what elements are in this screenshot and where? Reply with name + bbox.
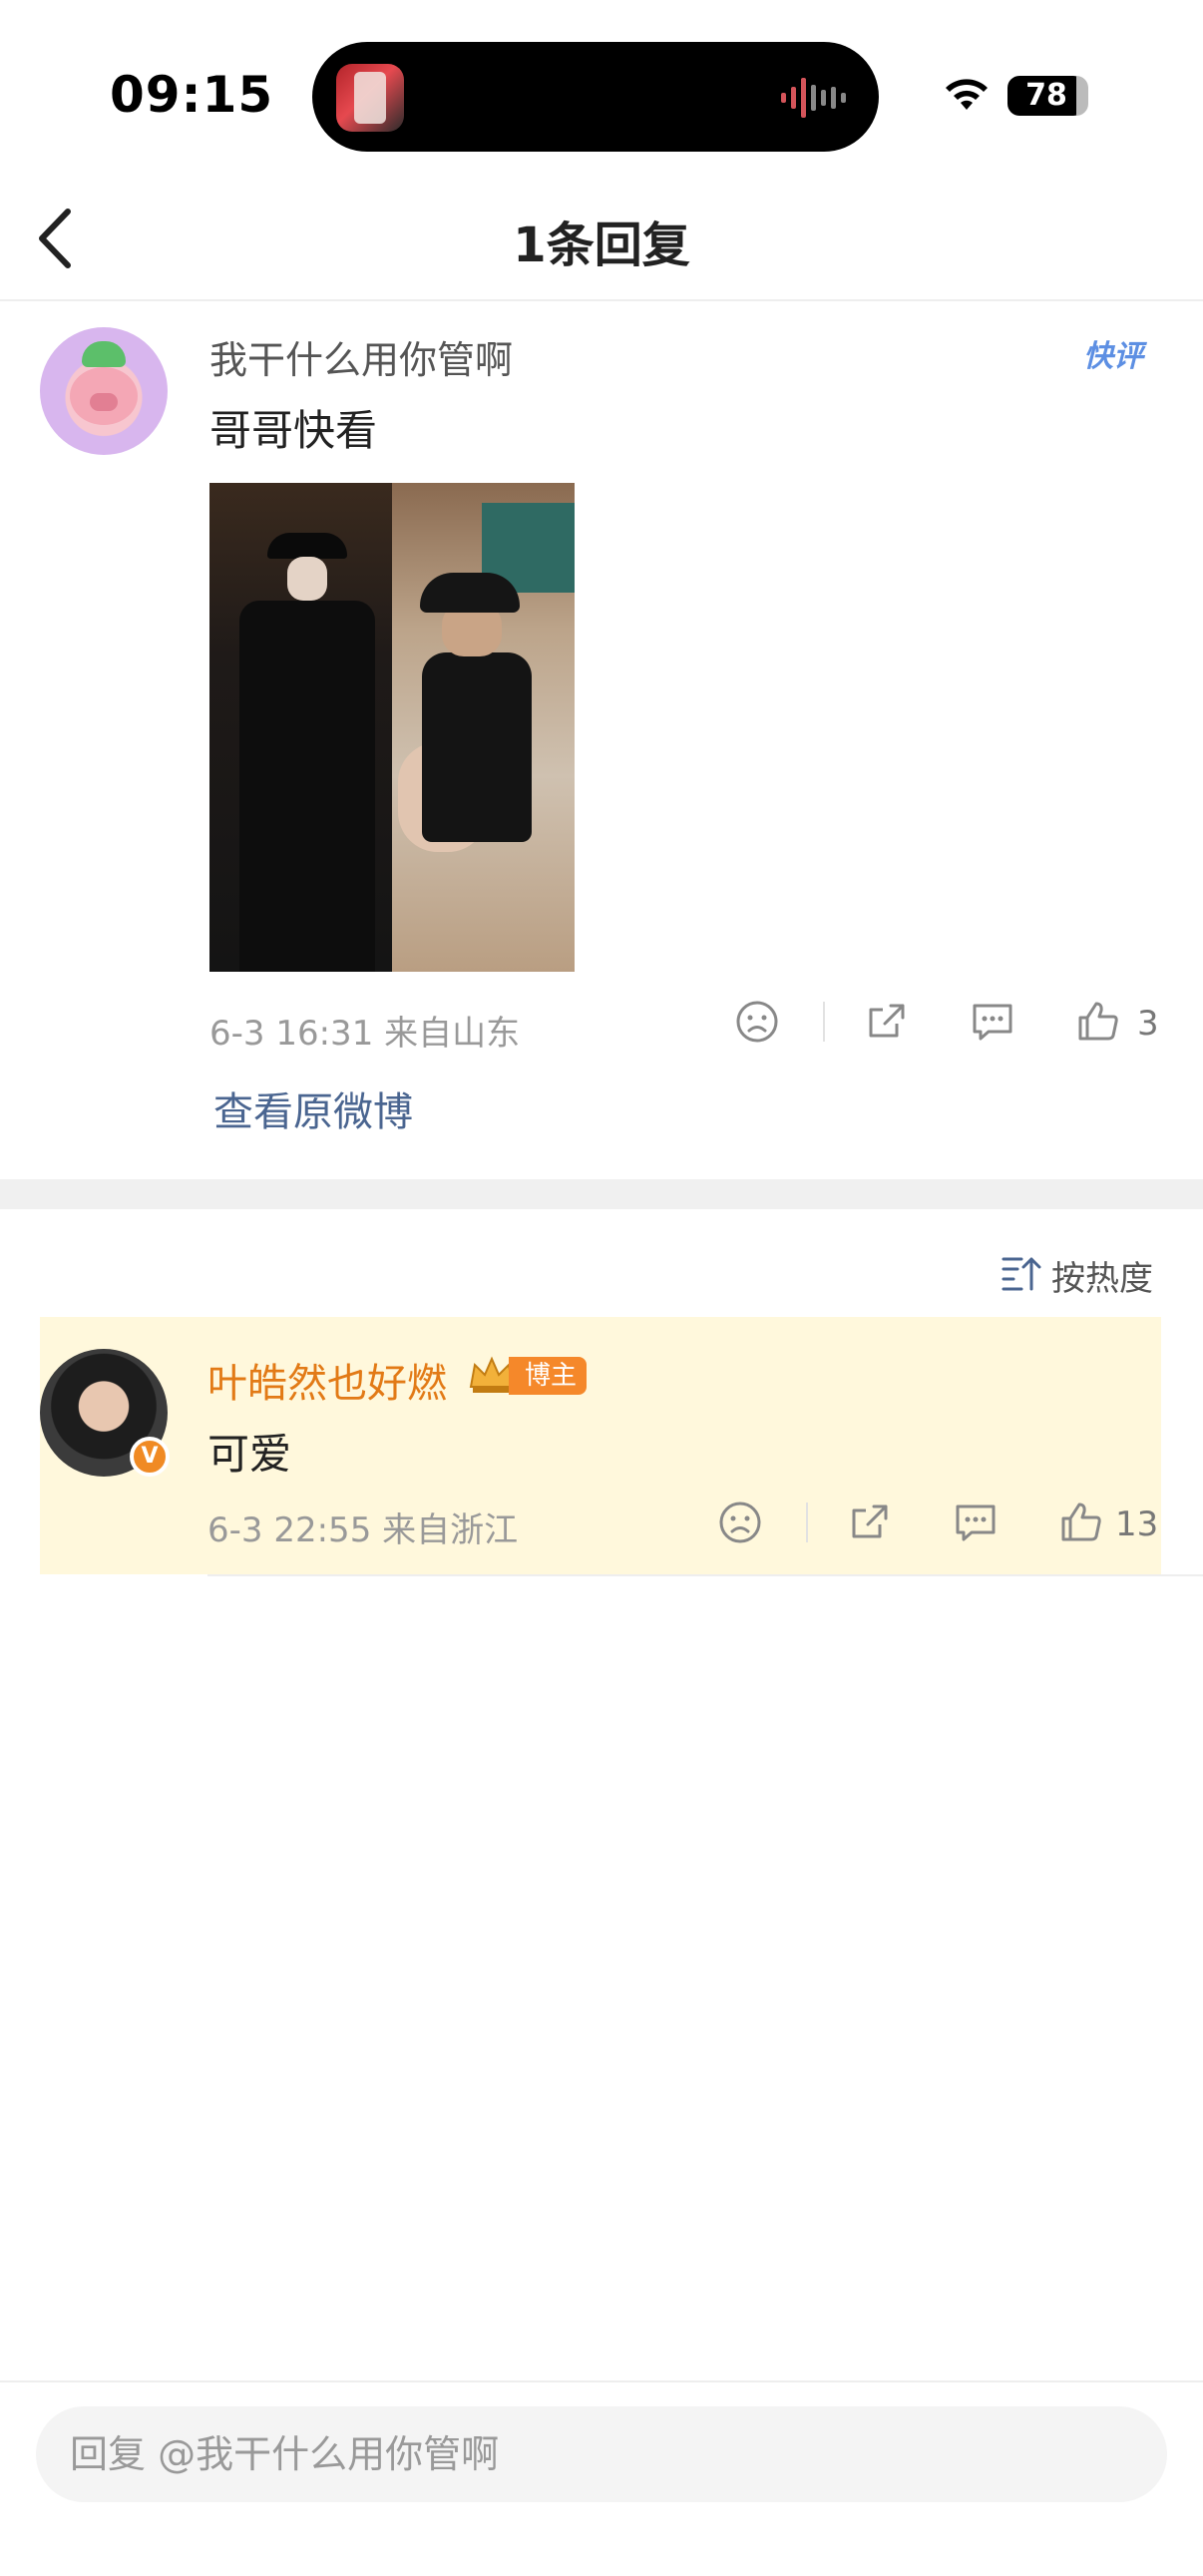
reply-meta: 6-3 22:55 来自浙江	[207, 1510, 519, 1550]
reply-item: V 叶皓然也好燃 博主 可爱 6-3 22:55 来自浙江 13	[40, 1317, 1161, 1574]
share-icon[interactable]	[846, 1499, 894, 1546]
reply-divider	[207, 1574, 1203, 1576]
comment-meta: 6-3 16:31 来自山东	[209, 1014, 521, 1054]
comment-username[interactable]: 我干什么用你管啊	[209, 329, 513, 384]
verified-badge: V	[130, 1437, 170, 1477]
comment-icon[interactable]	[969, 998, 1016, 1046]
comment-icon[interactable]	[952, 1499, 1000, 1546]
image-left-half	[209, 483, 392, 972]
image-doll-body	[422, 652, 532, 842]
root-comment: 我干什么用你管啊 快评 哥哥快看 6-3 16:31 来自山东 3 查看原微博	[0, 301, 1203, 1179]
wifi-icon	[946, 79, 988, 110]
sort-by-hot-button[interactable]: 按热度	[1051, 1251, 1153, 1300]
comment-text: 哥哥快看	[209, 406, 378, 455]
image-right-half	[392, 483, 575, 972]
dislike-face-icon[interactable]	[733, 998, 781, 1046]
bottom-reply-bar	[0, 2380, 1203, 2576]
avatar[interactable]	[40, 327, 168, 455]
quick-comment-badge[interactable]: 快评	[1083, 331, 1143, 375]
comment-image[interactable]	[209, 483, 575, 972]
battery-indicator: 78	[1007, 76, 1085, 116]
sort-bar: 按热度	[0, 1209, 1203, 1319]
avatar-leaf	[82, 341, 126, 367]
avatar-nose	[90, 393, 118, 411]
image-hat	[267, 533, 347, 559]
image-face	[287, 557, 327, 601]
dynamic-island[interactable]	[312, 42, 879, 152]
reply-input[interactable]	[36, 2406, 1167, 2502]
battery-tip	[1076, 76, 1088, 116]
like-icon[interactable]	[1057, 1499, 1105, 1546]
reply-text: 可爱	[207, 1430, 292, 1479]
section-divider	[0, 1179, 1203, 1209]
share-icon[interactable]	[863, 998, 911, 1046]
sort-icon[interactable]	[1002, 1255, 1041, 1291]
action-divider	[823, 1002, 825, 1042]
image-doll-hat	[420, 573, 520, 613]
status-bar: 09:15 78	[0, 0, 1203, 180]
like-count: 13	[1115, 1504, 1159, 1544]
image-coat	[239, 601, 375, 972]
reply-username[interactable]: 叶皓然也好燃	[207, 1351, 447, 1409]
author-badge: 博主	[509, 1357, 588, 1395]
view-original-link[interactable]: 查看原微博	[213, 1079, 413, 1137]
action-divider	[806, 1503, 808, 1542]
now-playing-thumbnail	[336, 64, 404, 132]
comment-actions: 3	[733, 998, 1172, 1048]
audio-wave-icon	[781, 78, 846, 118]
reply-actions: 13	[716, 1499, 1159, 1548]
page-title: 1条回复	[513, 217, 690, 273]
dislike-face-icon[interactable]	[716, 1499, 764, 1546]
nav-bar: 1条回复	[0, 180, 1203, 301]
like-icon[interactable]	[1074, 998, 1122, 1046]
status-time: 09:15	[110, 66, 274, 124]
like-count: 3	[1137, 1004, 1159, 1044]
